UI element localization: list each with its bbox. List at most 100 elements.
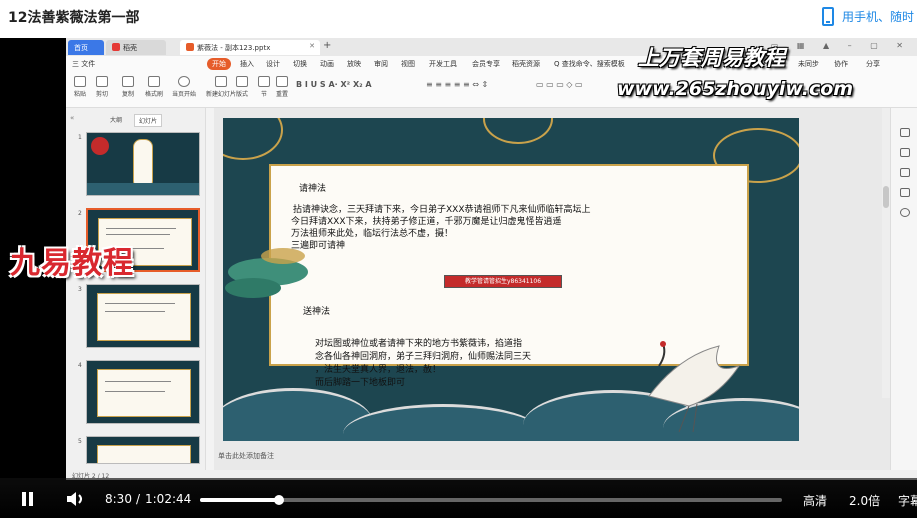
tool-icon[interactable] (900, 188, 910, 197)
slide-number: 1 (78, 134, 82, 141)
mobile-watch-link[interactable]: 用手机、随时 (822, 5, 914, 27)
menu-start[interactable]: 开始 (207, 58, 231, 70)
quality-button[interactable]: 高清 (803, 492, 827, 509)
collapse-panel-icon[interactable]: « (70, 114, 74, 122)
cloud-decoration (223, 118, 283, 160)
page-title: 12法善紫薇法第一部 (8, 10, 140, 26)
progress-bar[interactable] (200, 495, 782, 505)
reset-button[interactable]: 重置 (276, 76, 288, 98)
copy-icon (122, 76, 134, 87)
menu-unsynced[interactable]: 未同步 (798, 59, 819, 69)
search-commands[interactable]: Q 查找命令、搜索模板 (554, 59, 625, 69)
slide-number: 5 (78, 438, 82, 445)
video-player[interactable]: 首页 稻壳 紫薇法 - 副本123.pptx ✕ + ▭ ▦ ▲ – ▢ ✕ 三 … (0, 38, 917, 518)
slide-canvas: 请神法 拈请神诀念，三天拜请下来，今日弟子XXX恭请祖师下凡来仙师临轩高坛上 今… (214, 108, 890, 470)
volume-button[interactable] (66, 491, 86, 507)
cut-icon (96, 76, 108, 87)
arrange-tools[interactable]: ▭ ▭ ▭ ◇ ▭ (536, 80, 583, 89)
window-controls[interactable]: ▭ ▦ ▲ – ▢ ✕ (771, 41, 911, 50)
cut-label: 剪切 (96, 91, 109, 98)
progress-played (200, 498, 279, 502)
slide-body-line[interactable]: 拈请神诀念，三天拜请下来，今日弟子XXX恭请祖师下凡来仙师临轩高坛上 (293, 204, 591, 216)
menu-collaborate[interactable]: 协作 (834, 59, 848, 69)
slide-body-line[interactable]: ，法生天堂真人界，退法，赦！ (315, 364, 441, 376)
total-time: 1:02:44 (145, 492, 192, 506)
watermark-top: 上万套周易教程 (638, 45, 785, 70)
slide-body-line[interactable]: 念各仙各神回洞府，弟子三拜归洞府，仙师赐法同三天 (315, 351, 531, 363)
reset-label: 重置 (276, 91, 289, 98)
menu-review[interactable]: 审阅 (374, 59, 388, 69)
tool-icon[interactable] (900, 168, 910, 177)
speed-button[interactable]: 2.0倍 (849, 492, 880, 509)
slide-thumbnail-4[interactable] (86, 360, 200, 424)
notes-placeholder[interactable]: 单击此处添加备注 (218, 451, 274, 461)
pause-button[interactable] (20, 492, 34, 506)
menu-file[interactable]: 三 文件 (72, 59, 95, 69)
menu-member[interactable]: 会员专享 (472, 59, 500, 69)
font-style-tools[interactable]: B I U S A· X² X₂ A (296, 80, 372, 89)
wave-decoration (343, 404, 543, 441)
format-painter-label: 格式刷 (145, 91, 164, 98)
tab-daoke-label: 稻壳 (123, 44, 137, 52)
play-from-current-label: 当页开始 (172, 91, 197, 98)
tab-daoke[interactable]: 稻壳 (106, 40, 166, 55)
current-slide[interactable]: 请神法 拈请神诀念，三天拜请下来，今日弟子XXX恭请祖师下凡来仙师临轩高坛上 今… (223, 118, 799, 441)
tool-icon[interactable] (900, 128, 910, 137)
cut-button[interactable]: 剪切 (96, 76, 108, 98)
copy-button[interactable]: 复制 (122, 76, 134, 98)
daoke-icon (112, 43, 120, 51)
subtitle-button[interactable]: 字幕 (898, 492, 917, 509)
slide-thumbnail-3[interactable] (86, 284, 200, 348)
new-slide-button[interactable]: 新建幻灯片 (206, 76, 236, 98)
slide-heading-send[interactable]: 送神法 (303, 304, 330, 317)
slide-number: 2 (78, 210, 82, 217)
menu-daoke-resources[interactable]: 稻壳资源 (512, 59, 540, 69)
page-root: 12法善紫薇法第一部 用手机、随时 首页 稻壳 紫薇法 - 副本123.pptx… (0, 0, 917, 518)
paste-button[interactable]: 粘贴 (74, 76, 86, 98)
slide-body-line[interactable]: 而后脚踏一下地板即可 (315, 377, 405, 389)
vertical-scrollbar[interactable] (882, 108, 890, 398)
menu-slideshow[interactable]: 放映 (347, 59, 361, 69)
tab-home[interactable]: 首页 (68, 40, 104, 55)
watermark-url: www.265zhouyiw.com (617, 78, 854, 100)
slide-thumbnail-5[interactable] (86, 436, 200, 464)
page-header: 12法善紫薇法第一部 用手机、随时 (0, 0, 917, 34)
wps-menu-bar: 三 文件 开始 插入 设计 切换 动画 放映 审阅 视图 开发工具 会员专享 稻… (66, 56, 917, 72)
section-button[interactable]: 节 (258, 76, 270, 98)
close-tab-icon[interactable]: ✕ (309, 42, 315, 50)
tab-slides[interactable]: 幻灯片 (134, 114, 163, 127)
phone-icon (822, 6, 834, 26)
menu-design[interactable]: 设计 (266, 59, 280, 69)
section-label: 节 (260, 91, 267, 98)
play-from-current-button[interactable]: 当页开始 (172, 76, 196, 98)
slide-heading-invite[interactable]: 请神法 (299, 181, 326, 194)
new-tab-icon[interactable]: + (323, 40, 331, 51)
contact-red-label[interactable]: 教学管请管招生y86341106 (444, 275, 562, 288)
tool-icon[interactable] (900, 208, 910, 217)
slide-body-line[interactable]: 对坛图或神位或者请神下来的地方书紫薇讳，掐道指 (315, 338, 522, 350)
wps-window: 首页 稻壳 紫薇法 - 副本123.pptx ✕ + ▭ ▦ ▲ – ▢ ✕ 三 … (66, 38, 917, 511)
paragraph-tools[interactable]: ≡ ≡ ≡ ≡ ≡ ⇔ ⇕ (426, 80, 488, 89)
tab-outline[interactable]: 大纲 (106, 114, 126, 127)
wps-tab-bar: 首页 稻壳 紫薇法 - 副本123.pptx ✕ + ▭ ▦ ▲ – ▢ ✕ (66, 38, 917, 56)
slide-body-line[interactable]: 三遍即可请神 (291, 240, 345, 252)
new-slide-label: 新建幻灯片 (206, 91, 237, 98)
tool-icon[interactable] (900, 148, 910, 157)
tab-document[interactable]: 紫薇法 - 副本123.pptx ✕ (180, 40, 320, 55)
menu-share[interactable]: 分享 (866, 59, 880, 69)
section-icon (258, 76, 270, 87)
tab-home-label: 首页 (74, 44, 88, 52)
menu-developer[interactable]: 开发工具 (429, 59, 457, 69)
menu-animation[interactable]: 动画 (320, 59, 334, 69)
scroll-thumb[interactable] (883, 186, 889, 208)
menu-view[interactable]: 视图 (401, 59, 415, 69)
format-painter-button[interactable]: 格式刷 (145, 76, 163, 98)
panel-tabs: 大纲 幻灯片 (106, 114, 163, 127)
menu-transition[interactable]: 切换 (293, 59, 307, 69)
layout-button[interactable]: 版式 (236, 76, 248, 98)
slide-thumbnail-1[interactable] (86, 132, 200, 196)
slide-body-line[interactable]: 万法祖师来此处，临坛行法总不虚，摄！ (291, 228, 453, 240)
slide-body-line[interactable]: 今日拜请XXX下来，扶持弟子修正道，千邪万魔是让归虚鬼怪皆逍遥 (291, 216, 562, 228)
progress-handle[interactable] (274, 495, 284, 505)
menu-insert[interactable]: 插入 (240, 59, 254, 69)
